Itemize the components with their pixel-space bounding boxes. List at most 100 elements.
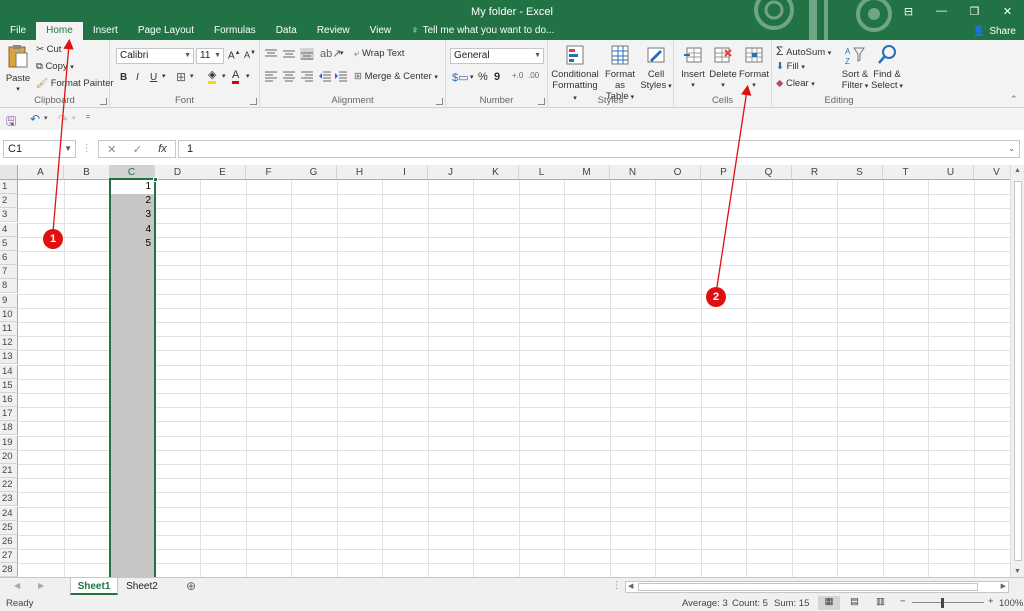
- cell-c1[interactable]: 1: [109, 180, 153, 194]
- row-header-24[interactable]: 24: [0, 507, 18, 521]
- font-size-select[interactable]: 11 ▼: [196, 48, 224, 64]
- customize-toolbar-icon[interactable]: =: [86, 114, 90, 121]
- sheet-tab-sheet1[interactable]: Sheet1: [70, 578, 118, 595]
- close-icon[interactable]: ✕: [991, 0, 1024, 22]
- align-middle-icon[interactable]: [282, 48, 296, 60]
- row-header-2[interactable]: 2: [0, 194, 18, 208]
- tab-insert[interactable]: Insert: [83, 22, 128, 40]
- increase-indent-icon[interactable]: [334, 70, 348, 82]
- column-header-o[interactable]: O: [655, 165, 701, 180]
- scroll-right-icon[interactable]: ▶: [1001, 582, 1006, 590]
- autosum-button[interactable]: Σ AutoSum ▾: [776, 44, 831, 58]
- row-header-26[interactable]: 26: [0, 535, 18, 549]
- page-break-view-icon[interactable]: ▥: [876, 596, 885, 607]
- row-header-11[interactable]: 11: [0, 322, 18, 336]
- zoom-out-icon[interactable]: −: [900, 596, 906, 607]
- find-select-button[interactable]: Find & Select ▾: [870, 44, 904, 92]
- column-header-l[interactable]: L: [519, 165, 565, 180]
- undo-icon[interactable]: ↶: [30, 112, 40, 126]
- zoom-slider-thumb[interactable]: [941, 598, 944, 608]
- cell-c4[interactable]: 4: [109, 223, 153, 237]
- borders-dropdown-icon[interactable]: ▾: [190, 72, 194, 80]
- fill-button[interactable]: ⬇ Fill ▾: [776, 61, 805, 72]
- align-bottom-icon[interactable]: [300, 48, 314, 60]
- fill-color-dropdown-icon[interactable]: ▾: [222, 72, 226, 80]
- number-format-select[interactable]: General ▼: [450, 48, 544, 64]
- new-sheet-icon[interactable]: ⊕: [186, 579, 196, 593]
- row-header-28[interactable]: 28: [0, 563, 18, 577]
- column-header-h[interactable]: H: [337, 165, 383, 180]
- insert-function-icon[interactable]: fx: [158, 143, 167, 155]
- row-header-7[interactable]: 7: [0, 265, 18, 279]
- page-layout-view-icon[interactable]: ▤: [850, 596, 859, 607]
- cell-c2[interactable]: 2: [109, 194, 153, 208]
- vertical-scroll-thumb[interactable]: [1014, 181, 1022, 561]
- cancel-icon[interactable]: ✕: [107, 143, 116, 156]
- column-header-v[interactable]: V: [974, 165, 1010, 180]
- column-header-p[interactable]: P: [701, 165, 747, 180]
- tab-view[interactable]: View: [360, 22, 402, 40]
- comma-button[interactable]: 9: [494, 71, 500, 83]
- row-header-9[interactable]: 9: [0, 294, 18, 308]
- font-name-select[interactable]: Calibri ▼: [116, 48, 194, 64]
- formula-input[interactable]: 1 ⌄: [178, 140, 1020, 158]
- align-center-icon[interactable]: [282, 70, 296, 82]
- increase-decimal-icon[interactable]: +.0: [512, 71, 523, 80]
- borders-icon[interactable]: ⊞: [176, 70, 186, 84]
- row-header-14[interactable]: 14: [0, 365, 18, 379]
- enter-icon[interactable]: ✓: [133, 143, 142, 156]
- sort-filter-button[interactable]: A Z Sort & Filter ▾: [838, 44, 872, 92]
- row-header-22[interactable]: 22: [0, 478, 18, 492]
- alignment-launcher-icon[interactable]: [436, 98, 443, 105]
- row-header-3[interactable]: 3: [0, 208, 18, 222]
- minimize-icon[interactable]: —: [925, 0, 958, 22]
- align-left-icon[interactable]: [264, 70, 278, 82]
- column-header-i[interactable]: I: [382, 165, 428, 180]
- vertical-scrollbar[interactable]: ▲ ▼: [1010, 165, 1024, 577]
- format-painter-button[interactable]: 🖌 Format Painter: [36, 78, 114, 89]
- decrease-indent-icon[interactable]: [318, 70, 332, 82]
- cell-styles-button[interactable]: Cell Styles ▾: [640, 44, 672, 92]
- tab-data[interactable]: Data: [266, 22, 307, 40]
- prev-sheet-icon[interactable]: ◀: [14, 581, 20, 590]
- collapse-ribbon-icon[interactable]: ⌃: [1010, 94, 1018, 105]
- column-header-s[interactable]: S: [837, 165, 883, 180]
- cell-c3[interactable]: 3: [109, 208, 153, 222]
- normal-view-icon[interactable]: ▦: [818, 596, 840, 610]
- save-icon[interactable]: 🖫: [6, 112, 16, 133]
- number-launcher-icon[interactable]: [538, 98, 545, 105]
- column-header-q[interactable]: Q: [746, 165, 792, 180]
- tab-page-layout[interactable]: Page Layout: [128, 22, 204, 40]
- name-box[interactable]: C1 ▼: [3, 140, 76, 158]
- row-header-20[interactable]: 20: [0, 450, 18, 464]
- column-header-c[interactable]: C: [109, 165, 155, 180]
- underline-dropdown-icon[interactable]: ▾: [162, 72, 166, 80]
- row-header-15[interactable]: 15: [0, 379, 18, 393]
- wrap-text-button[interactable]: ⤶ Wrap Text: [354, 48, 404, 59]
- expand-formula-icon[interactable]: ⌄: [1008, 141, 1015, 157]
- row-header-21[interactable]: 21: [0, 464, 18, 478]
- share-button[interactable]: 👤 Share: [973, 24, 1016, 39]
- format-cells-button[interactable]: Format ▾: [738, 44, 770, 91]
- select-all-corner[interactable]: [0, 165, 18, 180]
- tab-review[interactable]: Review: [307, 22, 360, 40]
- ribbon-display-icon[interactable]: ⊟: [892, 0, 925, 22]
- italic-button[interactable]: I: [136, 72, 139, 83]
- font-color-icon[interactable]: A: [232, 70, 240, 84]
- align-top-icon[interactable]: [264, 48, 278, 60]
- horizontal-scroll-thumb[interactable]: [638, 583, 978, 591]
- column-header-b[interactable]: B: [64, 165, 110, 180]
- tab-file[interactable]: File: [0, 22, 36, 40]
- zoom-level[interactable]: 100%: [999, 598, 1023, 609]
- column-header-f[interactable]: F: [246, 165, 292, 180]
- tab-home[interactable]: Home: [36, 22, 83, 40]
- clear-button[interactable]: ◆ Clear ▾: [776, 78, 815, 89]
- column-header-r[interactable]: R: [792, 165, 838, 180]
- paste-button[interactable]: Paste ▾: [4, 44, 32, 95]
- column-header-m[interactable]: M: [564, 165, 610, 180]
- orientation-icon[interactable]: ab↗: [320, 47, 341, 60]
- column-header-u[interactable]: U: [928, 165, 974, 180]
- row-header-23[interactable]: 23: [0, 492, 18, 506]
- column-header-n[interactable]: N: [610, 165, 656, 180]
- orientation-dropdown-icon[interactable]: ▾: [340, 49, 344, 57]
